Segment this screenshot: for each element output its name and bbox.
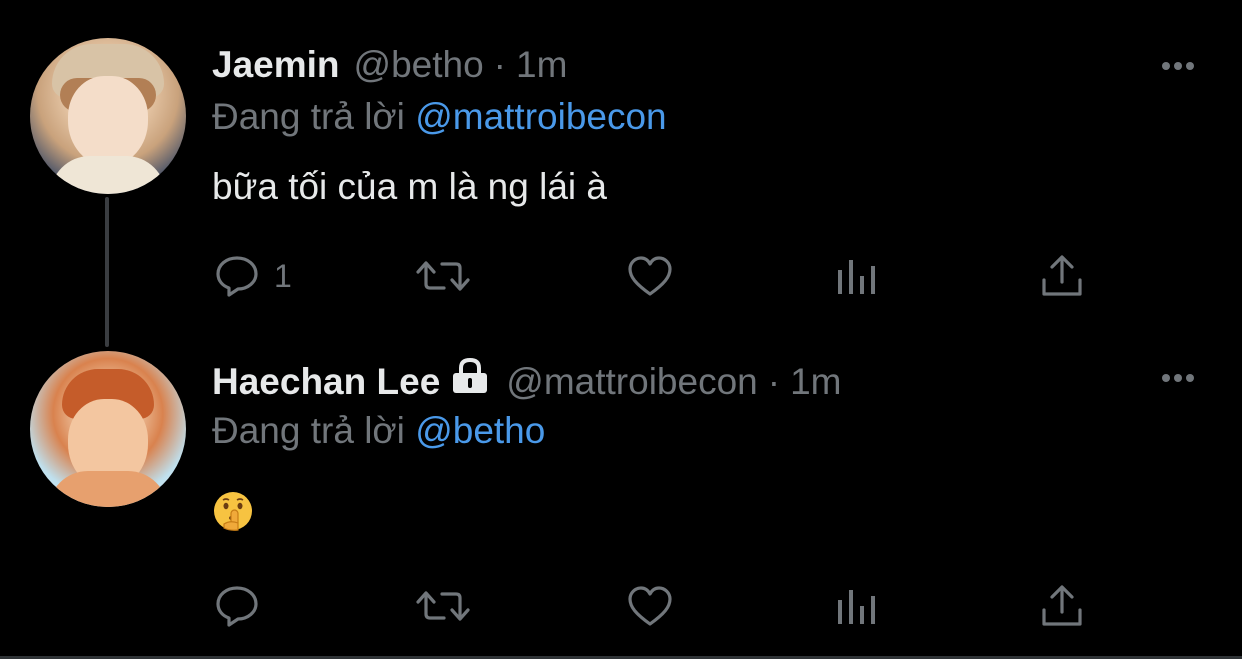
tweet-header: Haechan Lee @mattroibecon · 1m: [212, 357, 841, 403]
reply-mention-link[interactable]: @betho: [415, 410, 545, 451]
tweet-haechan[interactable]: Haechan Lee @mattroibecon · 1m Đang trả …: [0, 0, 1242, 659]
separator-dot: ·: [767, 361, 781, 402]
user-handle[interactable]: @mattroibecon: [506, 361, 757, 403]
avatar-shirt-shape: [48, 471, 168, 507]
tweet-actions: [0, 576, 1242, 636]
analytics-icon: [838, 590, 875, 624]
retweet-button[interactable]: [414, 576, 472, 636]
display-name[interactable]: Haechan Lee: [212, 361, 440, 403]
tweet-thread: Jaemin @betho · 1m Đang trả lời @mattroi…: [0, 0, 1242, 659]
lock-icon: [450, 357, 490, 399]
share-button[interactable]: [1040, 576, 1084, 636]
share-icon: [1042, 585, 1082, 626]
heart-icon: [628, 586, 672, 626]
avatar[interactable]: [30, 351, 186, 507]
retweet-icon: [416, 591, 470, 621]
timestamp[interactable]: 1m: [790, 361, 841, 403]
more-icon[interactable]: [1158, 368, 1198, 388]
reply-icon: [216, 586, 258, 627]
like-button[interactable]: [626, 576, 674, 636]
reply-button[interactable]: [214, 576, 274, 636]
reply-prefix: Đang trả lời: [212, 410, 405, 451]
analytics-button[interactable]: [836, 576, 878, 636]
replying-to: Đang trả lời @betho: [212, 410, 545, 452]
shushing-face-emoji: [212, 490, 254, 532]
